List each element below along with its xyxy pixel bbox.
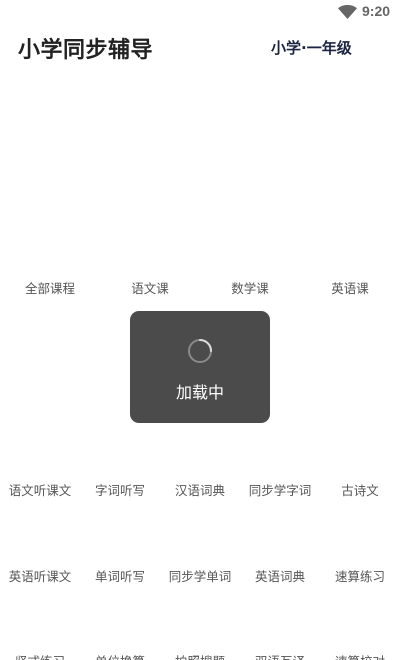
tool-sync-words[interactable]: 同步学字词 <box>240 480 320 499</box>
tab-all-courses[interactable]: 全部课程 <box>0 278 100 297</box>
grade-selector[interactable]: 小学·一年级 <box>271 37 352 58</box>
status-time: 9:20 <box>362 3 391 19</box>
tool-row-3: 竖式练习 单位换算 拍照搜题 双语互译 速算校对 <box>0 651 400 660</box>
tool-row-1: 语文听课文 字词听写 汉语词典 同步学字词 古诗文 <box>0 480 400 498</box>
tool-photo-search[interactable]: 拍照搜题 <box>160 651 240 660</box>
tool-row-2: 英语听课文 单词听写 同步学单词 英语词典 速算练习 <box>0 566 400 584</box>
tool-ancient-poems[interactable]: 古诗文 <box>320 480 400 499</box>
tool-english-dictionary[interactable]: 英语词典 <box>240 566 320 585</box>
loading-toast: 加载中 <box>130 311 270 423</box>
tab-math[interactable]: 数学课 <box>200 278 300 297</box>
course-tabs: 全部课程 语文课 数学课 英语课 <box>0 278 400 296</box>
tool-english-listen[interactable]: 英语听课文 <box>0 566 80 585</box>
tool-english-dictation[interactable]: 单词听写 <box>80 566 160 585</box>
tool-chinese-listen[interactable]: 语文听课文 <box>0 480 80 499</box>
tool-calc-check[interactable]: 速算校对 <box>320 651 400 660</box>
tool-sync-english-words[interactable]: 同步学单词 <box>160 566 240 585</box>
tool-unit-convert[interactable]: 单位换算 <box>80 651 160 660</box>
loading-text: 加载中 <box>175 383 224 402</box>
tool-chinese-dictionary[interactable]: 汉语词典 <box>160 480 240 499</box>
wifi-icon <box>338 5 357 19</box>
tool-speed-calc[interactable]: 速算练习 <box>320 566 400 585</box>
spinner-icon <box>188 339 212 363</box>
tool-vertical-calc[interactable]: 竖式练习 <box>0 651 80 660</box>
tool-bilingual-translate[interactable]: 双语互译 <box>240 651 320 660</box>
tool-word-dictation[interactable]: 字词听写 <box>80 480 160 499</box>
app-title: 小学同步辅导 <box>18 38 154 63</box>
tab-english[interactable]: 英语课 <box>300 278 400 297</box>
status-bar: 9:20 <box>0 0 400 24</box>
tab-chinese[interactable]: 语文课 <box>100 278 200 297</box>
